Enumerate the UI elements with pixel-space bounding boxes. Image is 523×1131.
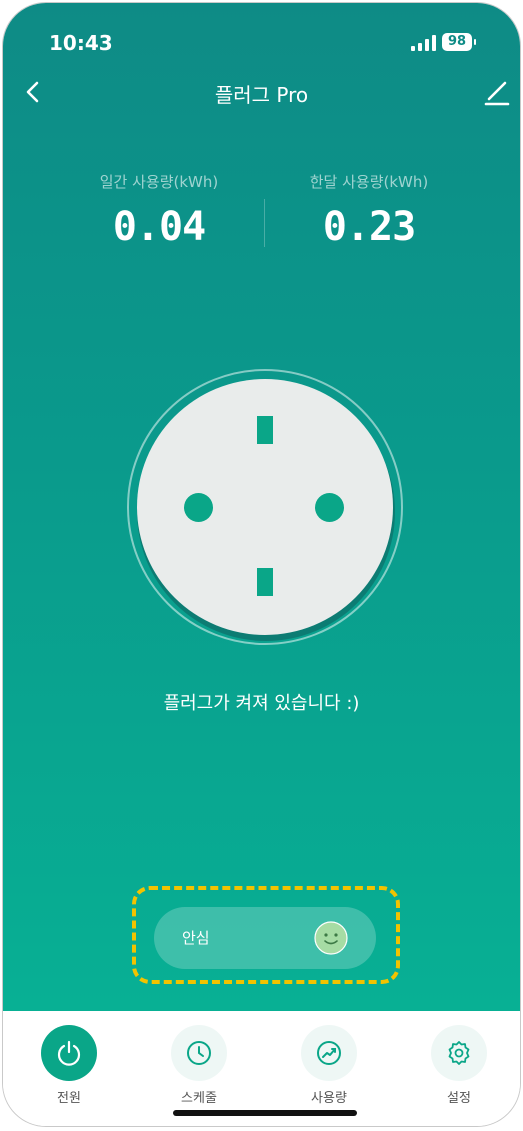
battery-icon: 98 xyxy=(442,33,476,51)
tab-settings[interactable]: 설정 xyxy=(409,1025,509,1106)
stats-divider xyxy=(264,199,265,247)
daily-usage-value: 0.04 xyxy=(112,204,206,250)
socket-slot-top xyxy=(257,416,273,444)
socket-slot-bottom xyxy=(257,568,273,596)
status-bar: 10:43 98 xyxy=(3,31,520,57)
tab-usage[interactable]: 사용량 xyxy=(279,1025,379,1106)
monthly-usage-label: 한달 사용량(kWh) xyxy=(309,173,429,191)
tab-schedule-label: 스케줄 xyxy=(181,1091,217,1106)
top-nav: 플러그 Pro xyxy=(3,73,520,113)
status-time: 10:43 xyxy=(49,31,113,55)
page-title: 플러그 Pro xyxy=(214,83,309,107)
phone-frame: 10:43 98 플러그 Pro 일간 사용량(kWh) 0.04 한달 사용량… xyxy=(2,2,521,1127)
clock-icon xyxy=(187,1041,211,1065)
tab-power-label: 전원 xyxy=(57,1091,81,1106)
tab-power[interactable]: 전원 xyxy=(19,1025,119,1106)
plug-status-message: 플러그가 켜져 있습니다 :) xyxy=(163,693,360,714)
tab-settings-label: 설정 xyxy=(447,1091,471,1106)
power-icon xyxy=(57,1040,81,1066)
socket-hole-left xyxy=(184,493,213,522)
signal-icon xyxy=(411,35,436,51)
battery-level: 98 xyxy=(447,34,467,49)
socket-hole-right xyxy=(315,493,344,522)
daily-usage-label: 일간 사용량(kWh) xyxy=(99,173,219,191)
main-screen: 10:43 98 플러그 Pro 일간 사용량(kWh) 0.04 한달 사용량… xyxy=(3,3,520,1011)
plug-power-button[interactable] xyxy=(137,379,393,635)
trend-icon xyxy=(317,1041,341,1065)
edit-pencil-icon[interactable] xyxy=(481,77,511,107)
daily-usage: 일간 사용량(kWh) 0.04 xyxy=(59,171,259,250)
monthly-usage-value: 0.23 xyxy=(322,204,416,250)
gear-icon xyxy=(448,1041,470,1065)
safe-mode-toggle[interactable]: 안심 xyxy=(154,907,376,969)
tab-usage-label: 사용량 xyxy=(311,1091,347,1106)
tab-schedule[interactable]: 스케줄 xyxy=(149,1025,249,1106)
safe-mode-label: 안심 xyxy=(182,929,210,947)
home-indicator xyxy=(173,1110,357,1116)
monthly-usage: 한달 사용량(kWh) 0.23 xyxy=(269,171,469,250)
smiley-icon xyxy=(314,921,348,955)
usage-stats: 일간 사용량(kWh) 0.04 한달 사용량(kWh) 0.23 xyxy=(3,171,520,261)
